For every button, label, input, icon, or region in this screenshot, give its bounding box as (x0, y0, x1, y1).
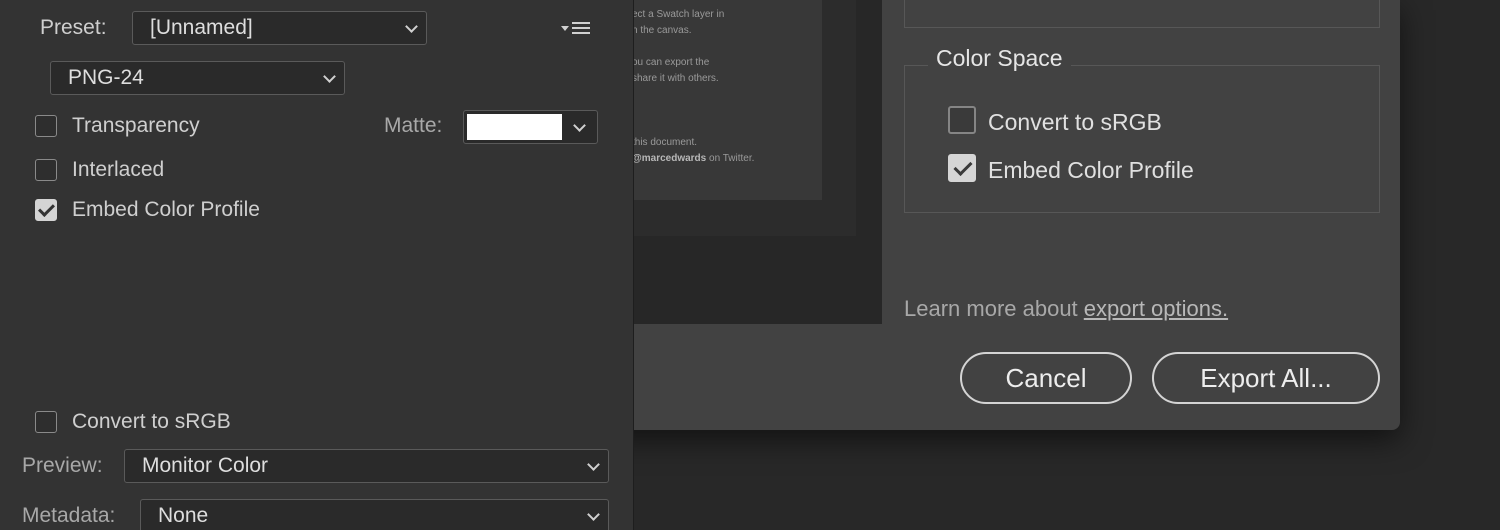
preset-label: Preset: (40, 16, 107, 39)
color-space-title: Color Space (928, 45, 1071, 72)
export-all-button[interactable]: Export All... (1152, 352, 1380, 404)
embed-profile-checkbox[interactable] (35, 199, 57, 221)
learn-more-text: Learn more about export options. (904, 296, 1228, 322)
chevron-down-icon (573, 119, 586, 132)
chevron-down-icon (587, 508, 600, 521)
matte-color-swatch (467, 114, 562, 140)
dialog-embed-profile-checkbox[interactable] (948, 154, 976, 182)
settings-group-top (904, 0, 1380, 28)
transparency-label: Transparency (72, 114, 200, 137)
export-options-link[interactable]: export options. (1084, 296, 1228, 321)
artboard-text-line: n the canvas. (632, 25, 692, 36)
artboard-text-line: @marcedwards on Twitter. (632, 153, 754, 164)
dialog-convert-srgb-label: Convert to sRGB (988, 109, 1162, 135)
interlaced-label: Interlaced (72, 158, 165, 181)
chevron-down-icon (323, 70, 336, 83)
metadata-select[interactable]: None (140, 499, 609, 530)
convert-srgb-checkbox[interactable] (35, 411, 57, 433)
artboard-text-line: ou can export the (632, 57, 710, 68)
learn-more-prefix: Learn more about (904, 296, 1084, 321)
panel-menu-icon[interactable] (560, 19, 592, 39)
twitter-suffix: on Twitter. (706, 153, 755, 164)
transparency-checkbox[interactable] (35, 115, 57, 137)
dialog-embed-profile-label: Embed Color Profile (988, 157, 1194, 183)
matte-color-picker[interactable] (463, 110, 598, 144)
preview-label: Preview: (22, 454, 103, 477)
interlaced-checkbox[interactable] (35, 159, 57, 181)
artboard-text-line: ect a Swatch layer in (632, 9, 725, 20)
embed-profile-label: Embed Color Profile (72, 198, 260, 221)
preset-value: [Unnamed] (150, 16, 253, 39)
format-value: PNG-24 (68, 66, 144, 89)
convert-srgb-label: Convert to sRGB (72, 410, 231, 433)
metadata-value: None (158, 504, 209, 527)
metadata-label: Metadata: (22, 504, 116, 527)
artboard-text-line: this document. (632, 137, 698, 148)
format-select[interactable]: PNG-24 (50, 61, 345, 95)
chevron-down-icon (587, 458, 600, 471)
preset-select[interactable]: [Unnamed] (132, 11, 427, 45)
dialog-convert-srgb-checkbox[interactable] (948, 106, 976, 134)
export-settings-panel: Preset: [Unnamed] PNG-24 Transparency Ma… (0, 0, 634, 530)
preview-value: Monitor Color (142, 454, 269, 477)
cancel-button[interactable]: Cancel (960, 352, 1132, 404)
color-space-group (904, 65, 1380, 213)
twitter-handle: @marcedwards (632, 153, 707, 164)
matte-label: Matte: (384, 114, 443, 137)
chevron-down-icon (405, 20, 418, 33)
artboard-text-line: share it with others. (632, 73, 719, 84)
preview-select[interactable]: Monitor Color (124, 449, 609, 483)
